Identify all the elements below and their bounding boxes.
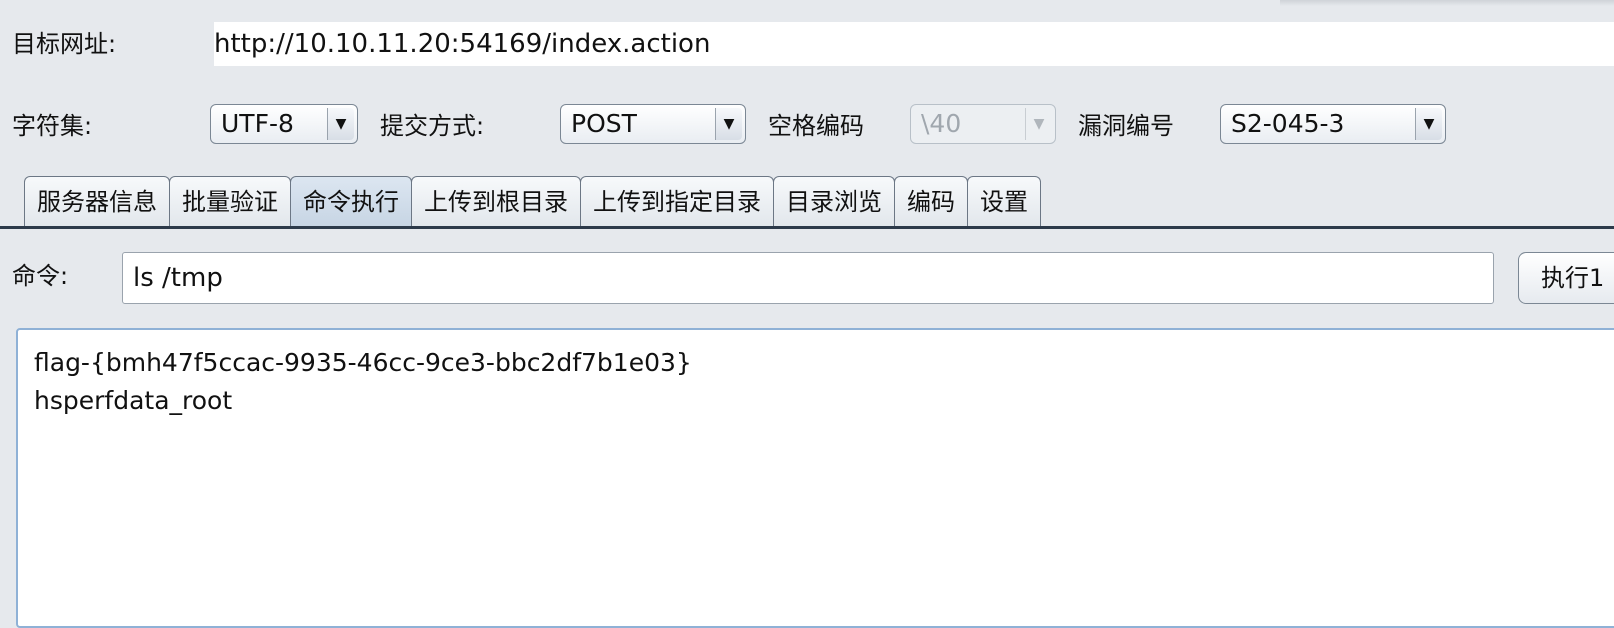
output-textarea[interactable]: flag-{bmh47f5ccac-9935-46cc-9ce3-bbc2df7… [16, 328, 1614, 628]
chevron-down-icon: ▼ [1415, 108, 1442, 140]
vuln-id-label: 漏洞编号 [1078, 112, 1174, 140]
chevron-down-icon: ▼ [1025, 108, 1052, 140]
command-label: 命令: [12, 262, 69, 290]
space-encoding-value: \40 [921, 109, 962, 138]
charset-value: UTF-8 [221, 109, 294, 138]
tab-server-info[interactable]: 服务器信息 [24, 176, 170, 226]
method-label: 提交方式: [380, 112, 485, 140]
method-select[interactable]: POST ▼ [560, 104, 746, 144]
space-encoding-select: \40 ▼ [910, 104, 1056, 144]
output-line: hsperfdata_root [34, 386, 233, 415]
tab-settings[interactable]: 设置 [967, 176, 1041, 226]
charset-select[interactable]: UTF-8 ▼ [210, 104, 358, 144]
space-encoding-label: 空格编码 [768, 112, 864, 140]
window-edge-shadow [1280, 0, 1614, 6]
execute-button[interactable]: 执行1 [1518, 252, 1614, 304]
tab-divider [0, 226, 1614, 229]
command-input[interactable]: ls /tmp [122, 252, 1494, 304]
tab-bar: 服务器信息 批量验证 命令执行 上传到根目录 上传到指定目录 目录浏览 编码 设… [24, 176, 1041, 226]
target-url-input[interactable]: http://10.10.11.20:54169/index.action [214, 22, 1614, 66]
vuln-id-value: S2-045-3 [1231, 109, 1345, 138]
target-url-label: 目标网址: [12, 30, 117, 58]
tab-command-exec[interactable]: 命令执行 [290, 176, 412, 226]
vuln-id-select[interactable]: S2-045-3 ▼ [1220, 104, 1446, 144]
tab-dir-browse[interactable]: 目录浏览 [773, 176, 895, 226]
charset-label: 字符集: [12, 112, 93, 140]
method-value: POST [571, 109, 637, 138]
chevron-down-icon: ▼ [327, 108, 354, 140]
chevron-down-icon: ▼ [715, 108, 742, 140]
tab-upload-root[interactable]: 上传到根目录 [411, 176, 581, 226]
tab-encoding[interactable]: 编码 [894, 176, 968, 226]
tab-batch-verify[interactable]: 批量验证 [169, 176, 291, 226]
output-line: flag-{bmh47f5ccac-9935-46cc-9ce3-bbc2df7… [34, 348, 692, 377]
tab-upload-dir[interactable]: 上传到指定目录 [580, 176, 774, 226]
